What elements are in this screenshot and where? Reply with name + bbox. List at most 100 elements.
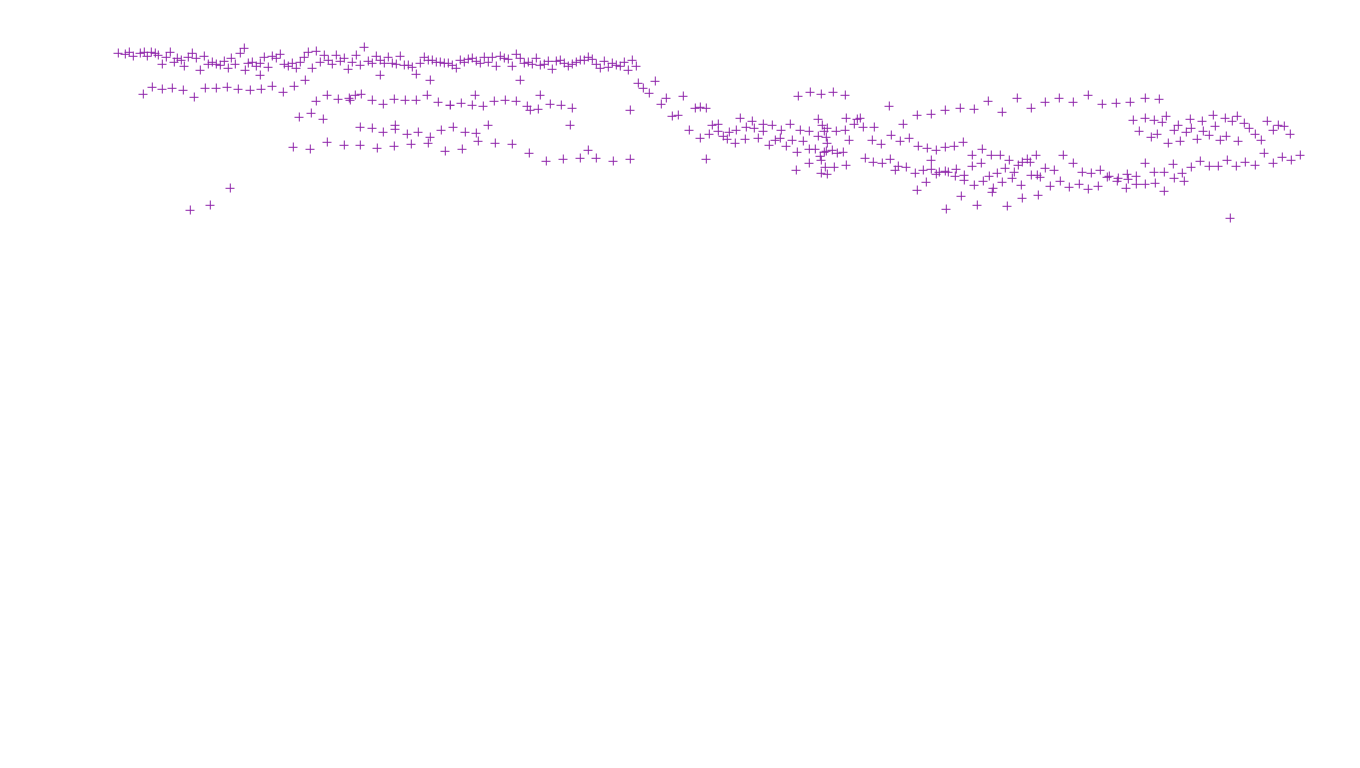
data-point [177, 56, 186, 65]
data-point [121, 50, 130, 59]
data-point [1124, 175, 1133, 184]
data-point [461, 128, 470, 137]
data-point [525, 149, 534, 158]
data-point [1041, 164, 1050, 173]
data-point [1178, 169, 1187, 178]
data-point [1114, 174, 1123, 183]
data-point [351, 91, 360, 100]
data-point [268, 52, 277, 61]
data-point [576, 56, 585, 65]
data-point [1240, 119, 1249, 128]
data-point [1027, 104, 1036, 113]
data-point [765, 141, 774, 150]
data-point [696, 134, 705, 143]
data-point [323, 138, 332, 147]
data-point [1182, 128, 1191, 137]
data-point [526, 106, 535, 115]
data-point [1260, 149, 1269, 158]
data-point [1176, 137, 1185, 146]
data-point [817, 90, 826, 99]
data-point [180, 62, 189, 71]
data-point [516, 54, 525, 63]
data-point [566, 121, 575, 130]
data-point [373, 144, 382, 153]
data-point [508, 62, 517, 71]
data-point [823, 170, 832, 179]
data-point [227, 54, 236, 63]
data-point [777, 126, 786, 135]
data-point [125, 48, 134, 57]
data-point [292, 64, 301, 73]
data-point [344, 65, 353, 74]
data-point [1233, 112, 1242, 121]
data-point [1153, 130, 1162, 139]
data-point [608, 59, 617, 68]
data-point [989, 184, 998, 193]
data-point [1196, 157, 1205, 166]
data-point [592, 60, 601, 69]
data-point [448, 61, 457, 70]
data-point [979, 177, 988, 186]
data-point [464, 55, 473, 64]
data-point [662, 94, 671, 103]
data-point [436, 58, 445, 67]
data-point [151, 49, 160, 58]
data-point [616, 62, 625, 71]
data-point [998, 178, 1007, 187]
data-point [540, 60, 549, 69]
data-point [434, 98, 443, 107]
data-point [977, 159, 986, 168]
data-point [490, 97, 499, 106]
data-point [820, 148, 829, 157]
data-point [1023, 155, 1032, 164]
data-point [1251, 161, 1260, 170]
data-point [927, 156, 936, 165]
data-point [788, 136, 797, 145]
data-point [793, 148, 802, 157]
data-point [998, 108, 1007, 117]
data-point [960, 171, 969, 180]
data-point [323, 91, 332, 100]
data-point [360, 43, 369, 52]
data-point [484, 58, 493, 67]
data-point [968, 162, 977, 171]
data-point [474, 137, 483, 146]
data-point [823, 139, 832, 148]
data-point [1008, 174, 1017, 183]
data-point [357, 90, 366, 99]
data-point [324, 56, 333, 65]
data-point [1033, 171, 1042, 180]
data-point [1205, 162, 1214, 171]
data-point [1056, 177, 1065, 186]
data-point [1170, 174, 1179, 183]
data-point [420, 53, 429, 62]
data-point [356, 141, 365, 150]
data-point [1186, 115, 1195, 124]
data-point [356, 123, 365, 132]
data-point [1112, 99, 1121, 108]
data-point [1263, 117, 1272, 126]
data-point [833, 149, 842, 158]
data-point [841, 91, 850, 100]
data-point [272, 54, 281, 63]
data-point [500, 54, 509, 63]
data-point [1296, 151, 1305, 160]
data-point [256, 59, 265, 68]
data-point [868, 136, 877, 145]
data-point [260, 53, 269, 62]
data-point [628, 56, 637, 65]
data-point [935, 168, 944, 177]
data-point [1003, 202, 1012, 211]
data-point [295, 113, 304, 122]
data-point [129, 52, 138, 61]
data-point [859, 123, 868, 132]
data-point [714, 120, 723, 129]
data-point [887, 131, 896, 140]
data-point [612, 61, 621, 70]
data-point [817, 156, 826, 165]
data-point [542, 157, 551, 166]
data-point [544, 57, 553, 66]
data-point [1005, 156, 1014, 165]
data-point [432, 58, 441, 67]
data-point [902, 163, 911, 172]
